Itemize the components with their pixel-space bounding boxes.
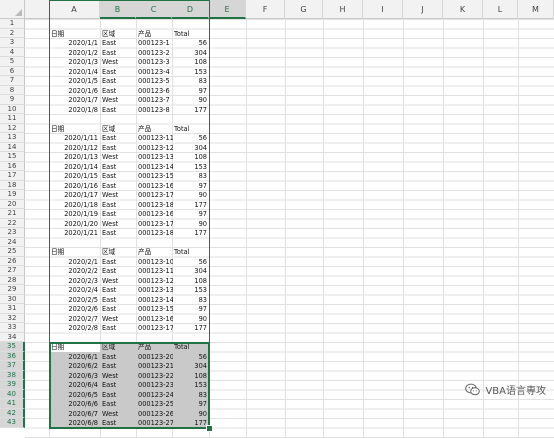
row-header-25[interactable]: 25 (0, 247, 25, 257)
row-header-7[interactable]: 7 (0, 76, 25, 86)
row-header-31[interactable]: 31 (0, 304, 25, 314)
column-header-m[interactable]: M (518, 0, 554, 19)
row-header-13[interactable]: 13 (0, 133, 25, 143)
row-header-32[interactable]: 32 (0, 313, 25, 323)
row-header-43[interactable]: 43 (0, 418, 25, 428)
column-selection-outline (49, 0, 210, 428)
row-header-24[interactable]: 24 (0, 237, 25, 247)
row-header-16[interactable]: 16 (0, 161, 25, 171)
row-header-3[interactable]: 3 (0, 38, 25, 48)
row-header-2[interactable]: 2 (0, 28, 25, 38)
column-header-f[interactable]: F (246, 0, 285, 19)
column-gridline (483, 19, 484, 438)
row-header-1[interactable]: 1 (0, 19, 25, 29)
row-header-34[interactable]: 34 (0, 332, 25, 342)
row-header-28[interactable]: 28 (0, 275, 25, 285)
row-header-37[interactable]: 37 (0, 361, 25, 371)
row-header-17[interactable]: 17 (0, 171, 25, 181)
column-header-l[interactable]: L (483, 0, 518, 19)
row-header-33[interactable]: 33 (0, 323, 25, 333)
row-header-15[interactable]: 15 (0, 152, 25, 162)
row-header-23[interactable]: 23 (0, 228, 25, 238)
row-header-22[interactable]: 22 (0, 218, 25, 228)
row-header-12[interactable]: 12 (0, 123, 25, 133)
row-header-20[interactable]: 20 (0, 199, 25, 209)
select-all-triangle-icon (15, 9, 22, 16)
watermark: VBA语言専攻 (465, 382, 546, 397)
row-header-14[interactable]: 14 (0, 142, 25, 152)
row-header-4[interactable]: 4 (0, 47, 25, 57)
column-gridline (246, 19, 247, 438)
wechat-icon (465, 383, 481, 396)
select-all-corner[interactable] (0, 0, 25, 19)
row-header-35[interactable]: 35 (0, 342, 25, 352)
watermark-text: VBA语言専攻 (485, 386, 546, 397)
column-gridline (443, 19, 444, 438)
row-header-29[interactable]: 29 (0, 285, 25, 295)
column-gridline (403, 19, 404, 438)
column-gridline (323, 19, 324, 438)
row-header-38[interactable]: 38 (0, 370, 25, 380)
column-header-h[interactable]: H (323, 0, 363, 19)
column-gridline (518, 19, 519, 438)
row-header-40[interactable]: 40 (0, 389, 25, 399)
column-header-g[interactable]: G (285, 0, 323, 19)
row-header-9[interactable]: 9 (0, 95, 25, 105)
column-header-e[interactable]: E (209, 0, 246, 19)
row-header-5[interactable]: 5 (0, 57, 25, 67)
row-header-19[interactable]: 19 (0, 190, 25, 200)
row-header-42[interactable]: 42 (0, 408, 25, 418)
row-header-36[interactable]: 36 (0, 351, 25, 361)
row-header-26[interactable]: 26 (0, 256, 25, 266)
row-header-39[interactable]: 39 (0, 380, 25, 390)
spreadsheet[interactable]: ABCDEFGHIJKLMN 1234567891011121314151617… (0, 0, 554, 438)
column-header-i[interactable]: I (363, 0, 403, 19)
column-header-j[interactable]: J (403, 0, 443, 19)
row-header-41[interactable]: 41 (0, 399, 25, 409)
column-gridline (285, 19, 286, 438)
row-header-18[interactable]: 18 (0, 180, 25, 190)
row-header-21[interactable]: 21 (0, 209, 25, 219)
fill-handle[interactable] (206, 424, 213, 432)
row-header-27[interactable]: 27 (0, 266, 25, 276)
column-gridline (363, 19, 364, 438)
row-header-8[interactable]: 8 (0, 85, 25, 95)
row-header-30[interactable]: 30 (0, 294, 25, 304)
row-header-6[interactable]: 6 (0, 66, 25, 76)
column-header-k[interactable]: K (443, 0, 483, 19)
row-header-11[interactable]: 11 (0, 114, 25, 124)
row-header-10[interactable]: 10 (0, 104, 25, 114)
